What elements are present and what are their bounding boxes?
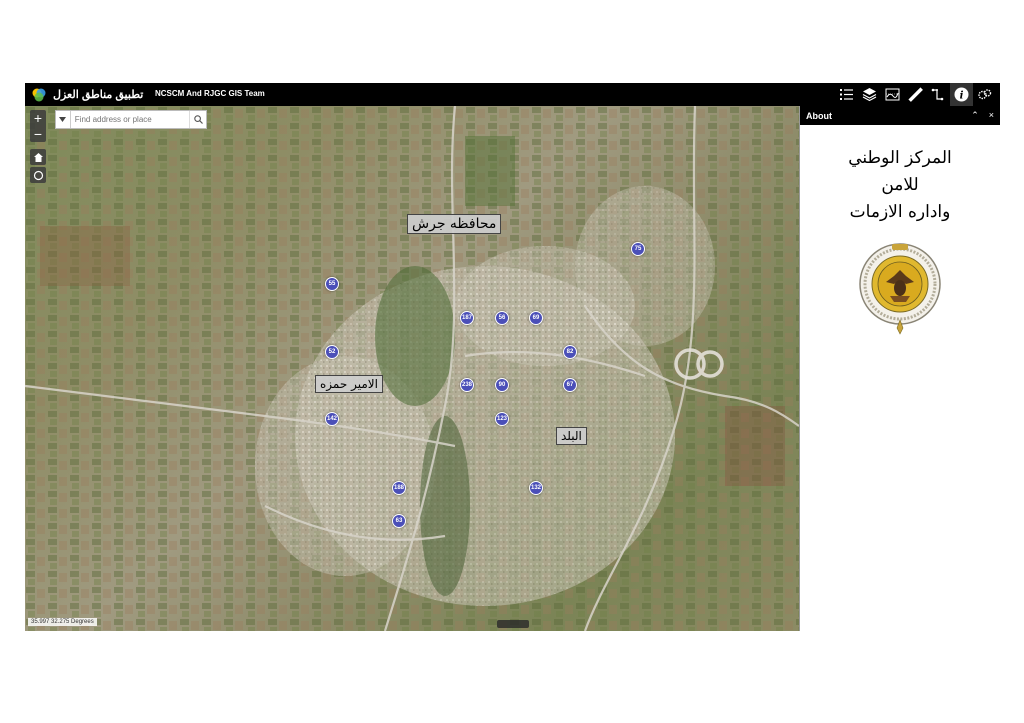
layers-button[interactable]: [858, 83, 881, 106]
cluster-marker[interactable]: 69: [529, 311, 543, 325]
list-icon: [840, 89, 853, 100]
map-view[interactable]: + − محافظه جرش الامير حمزه البلد 75 55 1…: [25, 106, 799, 631]
organization-name: المركز الوطني للامن واداره الازمات: [800, 145, 1000, 226]
cluster-marker[interactable]: 123: [495, 412, 509, 426]
cluster-marker[interactable]: 187: [460, 311, 474, 325]
zoom-in-button[interactable]: +: [30, 110, 46, 126]
panel-controls: ⌃ ×: [971, 110, 994, 121]
cluster-marker[interactable]: 75: [631, 242, 645, 256]
zoom-out-button[interactable]: −: [30, 126, 46, 142]
cluster-marker[interactable]: 188: [392, 481, 406, 495]
place-label-prince-hamza: الامير حمزه: [315, 375, 383, 393]
cluster-marker[interactable]: 90: [495, 378, 509, 392]
search-widget: [55, 110, 207, 129]
about-button[interactable]: i: [950, 83, 973, 106]
basemap-gallery-icon: [885, 88, 900, 101]
legend-button[interactable]: [835, 83, 858, 106]
place-label-downtown: البلد: [556, 427, 587, 445]
cluster-marker[interactable]: 238: [460, 378, 474, 392]
collapse-panel-button[interactable]: ⌃: [971, 110, 979, 121]
about-panel-header: About ⌃ ×: [800, 106, 1000, 125]
app-logo-icon: [32, 88, 46, 101]
home-button[interactable]: [30, 149, 46, 165]
search-button[interactable]: [189, 111, 206, 128]
draw-icon: [931, 88, 944, 101]
about-panel: About ⌃ × المركز الوطني للامن واداره الا…: [799, 106, 1000, 631]
ruler-icon: [908, 87, 923, 102]
locate-button[interactable]: [30, 167, 46, 183]
org-name-line: واداره الازمات: [849, 202, 951, 222]
cluster-marker[interactable]: 52: [325, 345, 339, 359]
org-name-line: المركز الوطني: [848, 148, 952, 168]
team-name: NCSCM And RJGC GIS Team: [155, 89, 265, 98]
cluster-marker[interactable]: 132: [529, 481, 543, 495]
close-panel-button[interactable]: ×: [989, 110, 994, 121]
coordinate-readout: 35.997 32.275 Degrees: [28, 618, 97, 626]
search-input[interactable]: [70, 115, 190, 124]
app-title: تطبيق مناطق العزل: [53, 89, 144, 101]
cluster-marker[interactable]: 67: [563, 378, 577, 392]
organization-emblem: [859, 243, 941, 335]
settings-icon: [978, 89, 992, 100]
info-icon: i: [954, 87, 969, 102]
home-icon: [33, 152, 43, 162]
draw-button[interactable]: [927, 83, 950, 106]
header-bar: تطبيق مناطق العزل NCSCM And RJGC GIS Tea…: [25, 83, 1000, 106]
search-source-dropdown[interactable]: [56, 111, 71, 128]
cluster-marker[interactable]: 63: [392, 514, 406, 528]
caret-down-icon: [59, 117, 67, 122]
zoom-control: + −: [30, 110, 46, 142]
satellite-imagery: [25, 106, 799, 631]
org-name-line: للامن: [881, 175, 919, 195]
locate-icon: [33, 170, 43, 180]
about-panel-title: About: [806, 110, 832, 121]
settings-button[interactable]: [973, 83, 996, 106]
attribute-table-toggle[interactable]: [497, 620, 529, 628]
svg-text:i: i: [960, 91, 964, 102]
search-icon: [193, 115, 203, 124]
cluster-marker[interactable]: 56: [495, 311, 509, 325]
cluster-marker[interactable]: 55: [325, 277, 339, 291]
basemap-button[interactable]: [881, 83, 904, 106]
layers-icon: [862, 88, 877, 102]
place-label-jerash-governorate: محافظه جرش: [407, 214, 502, 234]
app-window: تطبيق مناطق العزل NCSCM And RJGC GIS Tea…: [25, 83, 1000, 631]
cluster-marker[interactable]: 142: [325, 412, 339, 426]
measure-button[interactable]: [904, 83, 927, 106]
cluster-marker[interactable]: 82: [563, 345, 577, 359]
brand: تطبيق مناطق العزل: [31, 85, 143, 104]
widget-toolbar: i: [835, 83, 996, 106]
